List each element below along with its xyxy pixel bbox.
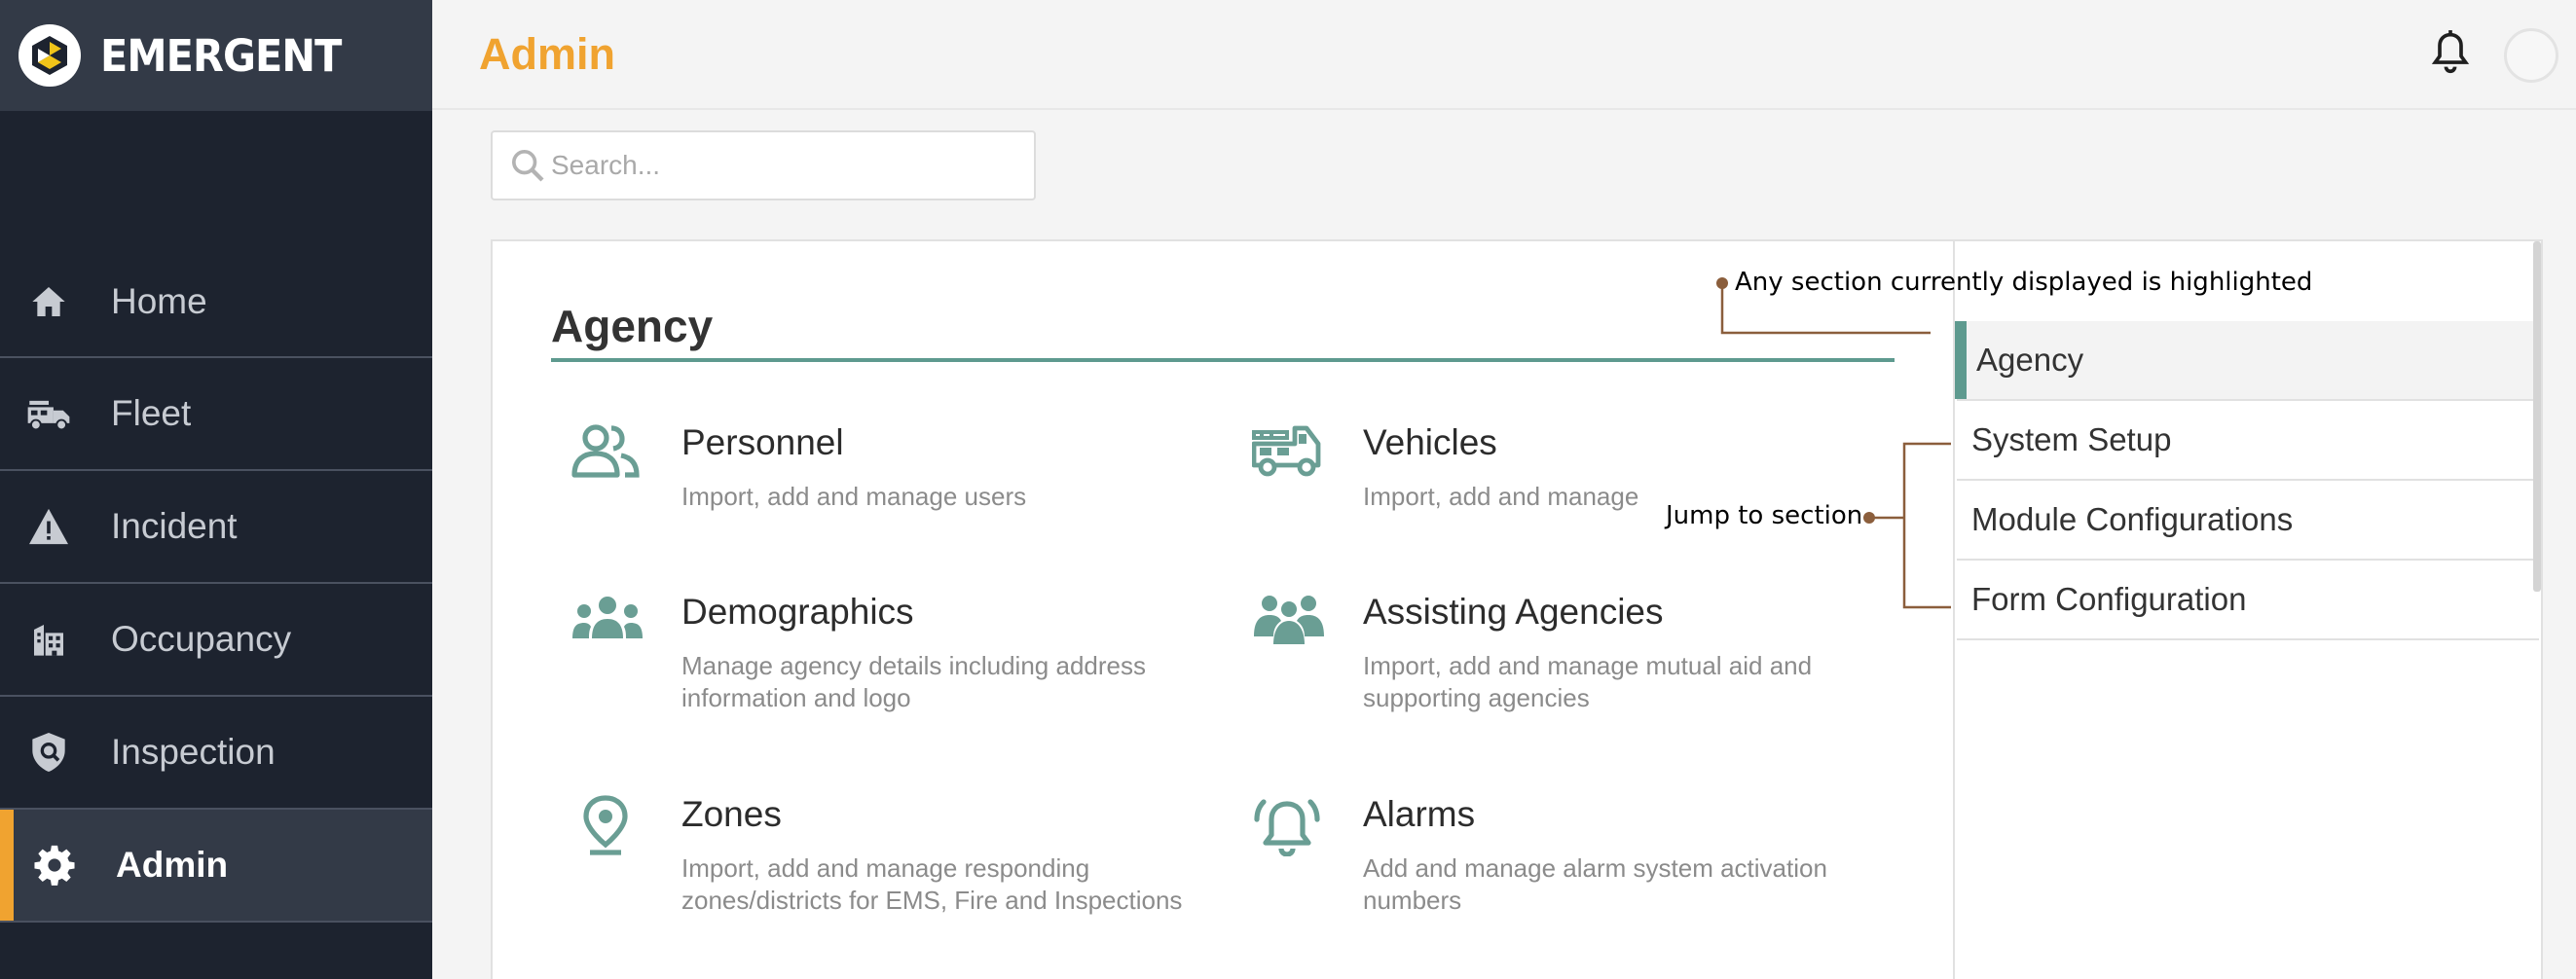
sidebar-item-fleet[interactable]: Fleet <box>0 358 432 471</box>
tile-assisting-agencies[interactable]: Assisting Agencies Import, add and manag… <box>1252 592 1875 728</box>
brand-name: EMERGENT <box>100 29 342 82</box>
page-title: Admin <box>479 29 615 79</box>
tile-title: Demographics <box>681 592 914 632</box>
logo-icon <box>18 24 81 87</box>
admin-card: Agency Personnel Import, add and manage … <box>491 239 2543 979</box>
home-icon <box>24 277 73 326</box>
search-icon <box>508 146 547 185</box>
sidebar-item-incident[interactable]: Incident <box>0 471 432 584</box>
location-pin-icon <box>570 794 648 856</box>
alarm-bell-icon <box>1252 794 1330 857</box>
sidebar-item-occupancy[interactable]: Occupancy <box>0 584 432 697</box>
scrollbar[interactable] <box>2533 241 2541 592</box>
tile-title: Vehicles <box>1363 422 1497 462</box>
sidebar-item-admin[interactable]: Admin <box>0 810 432 923</box>
tile-description: Manage agency details including address … <box>681 651 1146 712</box>
fire-truck-icon <box>1251 422 1330 485</box>
sidebar-item-label: Inspection <box>111 732 276 772</box>
section-divider <box>551 358 1895 362</box>
annotation-highlight: Any section currently displayed is highl… <box>1735 268 2313 297</box>
tile-title: Assisting Agencies <box>1363 592 1664 632</box>
search-box[interactable] <box>491 130 1036 200</box>
jump-item-module-configurations[interactable]: Module Configurations <box>1957 481 2539 561</box>
gear-icon <box>30 841 79 889</box>
tile-title: Alarms <box>1363 794 1476 834</box>
sidebar-item-inspection[interactable]: Inspection <box>0 697 432 810</box>
tile-title: Zones <box>681 794 782 834</box>
warning-icon <box>24 502 73 551</box>
header: Admin <box>432 0 2576 110</box>
annotation-jump: Jump to section <box>1666 501 1863 530</box>
fire-truck-icon <box>24 389 73 438</box>
sidebar-item-label: Admin <box>116 845 229 885</box>
tile-zones[interactable]: Zones Import, add and manage responding … <box>570 794 1194 960</box>
tile-demographics[interactable]: Demographics Manage agency details inclu… <box>570 592 1194 728</box>
brand[interactable]: EMERGENT <box>0 0 432 111</box>
shield-search-icon <box>24 728 73 777</box>
search-input[interactable] <box>551 150 1018 181</box>
tile-alarms[interactable]: Alarms Add and manage alarm system activ… <box>1252 794 1875 930</box>
sidebar-item-label: Fleet <box>111 393 192 433</box>
tile-description: Add and manage alarm system activation n… <box>1363 853 1827 915</box>
jump-item-form-configuration[interactable]: Form Configuration <box>1957 561 2539 640</box>
sidebar-nav: Home Fleet Incident Occupancy Inspection <box>0 245 432 923</box>
jump-to-section-panel: Agency System Setup Module Configuration… <box>1953 241 2541 979</box>
sidebar-item-label: Incident <box>111 506 238 546</box>
sidebar: EMERGENT Home Fleet Incident Occupancy I… <box>0 0 432 979</box>
jump-item-agency[interactable]: Agency <box>1955 321 2539 401</box>
sidebar-item-label: Home <box>111 281 207 321</box>
users-icon <box>570 422 648 485</box>
tile-description: Import, add and manage responding zones/… <box>681 853 1183 915</box>
tile-title: Personnel <box>681 422 844 462</box>
people-group-icon <box>1252 592 1330 654</box>
section-title: Agency <box>551 301 714 351</box>
tile-personnel[interactable]: Personnel Import, add and manage users <box>570 422 1194 520</box>
sidebar-item-home[interactable]: Home <box>0 245 432 358</box>
sidebar-item-label: Occupancy <box>111 619 292 659</box>
avatar[interactable] <box>2504 28 2558 83</box>
building-icon <box>24 615 73 664</box>
notification-bell-icon[interactable] <box>2429 29 2472 76</box>
group-icon <box>570 592 648 654</box>
tile-description: Import, add and manage mutual aid and su… <box>1363 651 1813 712</box>
jump-item-system-setup[interactable]: System Setup <box>1957 401 2539 481</box>
tile-description: Import, add and manage users <box>681 482 1027 511</box>
